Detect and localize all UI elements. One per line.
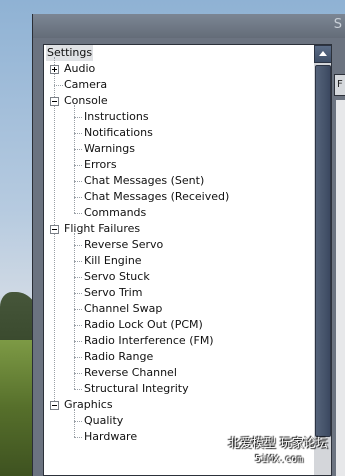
tree-item-structural-integrity[interactable]: Structural Integrity — [44, 381, 312, 397]
tree-item-kill-engine[interactable]: Kill Engine — [44, 253, 312, 269]
tree-item-quality[interactable]: Quality — [44, 413, 312, 429]
tree-connector-line — [74, 325, 82, 326]
tree-item-reverse-channel[interactable]: Reverse Channel — [44, 365, 312, 381]
tree-item-label: Instructions — [84, 110, 149, 123]
tree-item-label: Radio Lock Out (PCM) — [84, 318, 203, 331]
tree-item-radio-range[interactable]: Radio Range — [44, 349, 312, 365]
tree-connector-line — [74, 409, 75, 437]
tree-item-radio-interference-fm[interactable]: Radio Interference (FM) — [44, 333, 312, 349]
tree-connector-line — [74, 181, 82, 182]
tree-connector-line — [74, 373, 82, 374]
tree-connector-line — [74, 117, 82, 118]
minus-box-icon[interactable] — [50, 401, 59, 410]
tree-scrollbar[interactable] — [314, 45, 331, 475]
tree-item-label: Chat Messages (Sent) — [84, 174, 205, 187]
tree-item-chat-messages-received[interactable]: Chat Messages (Received) — [44, 189, 312, 205]
tree-connector-line — [74, 197, 82, 198]
tree-connector-line — [74, 245, 82, 246]
tree-item-label: Graphics — [64, 398, 113, 411]
tree-item-errors[interactable]: Errors — [44, 157, 312, 173]
tree-item-label: Chat Messages (Received) — [84, 190, 230, 203]
right-panel-tab-label: F — [337, 79, 343, 90]
tree-item-label: Audio — [64, 62, 96, 75]
watermark-line2: 5iMX.com — [255, 454, 304, 465]
tree-connector-line — [54, 85, 63, 86]
tree-item-label: Channel Swap — [84, 302, 163, 315]
tree-connector-line — [74, 105, 75, 213]
minus-box-icon[interactable] — [50, 97, 59, 106]
tree-item-chat-messages-sent[interactable]: Chat Messages (Sent) — [44, 173, 312, 189]
chevron-up-icon — [319, 51, 327, 56]
tree-connector-line — [74, 437, 82, 438]
tree-item-console[interactable]: Console — [44, 93, 312, 109]
tree-item-label: Servo Trim — [84, 286, 143, 299]
tree-item-notifications[interactable]: Notifications — [44, 125, 312, 141]
tree-item-label: Errors — [84, 158, 117, 171]
tree-item-label: Commands — [84, 206, 147, 219]
tree-connector-line — [74, 133, 82, 134]
tree-connector-line — [74, 309, 82, 310]
tree-item-graphics[interactable]: Graphics — [44, 397, 312, 413]
right-panel-edge — [336, 100, 345, 476]
tree-item-audio[interactable]: Audio — [44, 61, 312, 77]
scroll-up-button[interactable] — [314, 45, 331, 63]
tree-connector-line — [74, 165, 82, 166]
tree-connector-line — [74, 341, 82, 342]
tree-item-commands[interactable]: Commands — [44, 205, 312, 221]
tree-item-label: Camera — [64, 78, 108, 91]
settings-tree-panel: Settings Audio Camera Console Instructions N… — [43, 44, 332, 476]
tree-connector-line — [74, 421, 82, 422]
tree-item-label: Console — [64, 94, 108, 107]
tree-item-label: Radio Range — [84, 350, 154, 363]
tree-item-flight-failures[interactable]: Flight Failures — [44, 221, 312, 237]
tree-connector-line — [74, 389, 82, 390]
tree-item-channel-swap[interactable]: Channel Swap — [44, 301, 312, 317]
tree-item-label: Reverse Channel — [84, 366, 177, 379]
tree-connector-line — [74, 293, 82, 294]
tree-item-label: Notifications — [84, 126, 153, 139]
tree-item-servo-stuck[interactable]: Servo Stuck — [44, 269, 312, 285]
tree-item-label: Reverse Servo — [84, 238, 164, 251]
tree-item-label: Kill Engine — [84, 254, 142, 267]
tree-item-label: Flight Failures — [64, 222, 141, 235]
right-panel-tab[interactable]: F — [334, 74, 345, 96]
tree-item-warnings[interactable]: Warnings — [44, 141, 312, 157]
tree-connector-line — [74, 357, 82, 358]
tree-connector-line — [74, 277, 82, 278]
tree-connector-line — [74, 261, 82, 262]
tree-item-label: Radio Interference (FM) — [84, 334, 214, 347]
minus-box-icon[interactable] — [50, 225, 59, 234]
scroll-thumb[interactable] — [315, 65, 331, 437]
tree-connector-line — [74, 233, 75, 389]
tree-connector-line — [74, 149, 82, 150]
settings-window: S Settings Audio Camera Console Instruction… — [32, 14, 345, 476]
tree-item-label: Structural Integrity — [84, 382, 189, 395]
tree-item-reverse-servo[interactable]: Reverse Servo — [44, 237, 312, 253]
tree-connector-line — [74, 213, 82, 214]
tree-item-servo-trim[interactable]: Servo Trim — [44, 285, 312, 301]
tree-item-label: Quality — [84, 414, 124, 427]
tree-item-camera[interactable]: Camera — [44, 77, 312, 93]
tree-item-label: Hardware — [84, 430, 138, 443]
window-titlebar[interactable]: S — [33, 14, 345, 38]
watermark: 北爱模型 玩家论坛 5iMX.com — [225, 434, 345, 476]
tree-item-label: Warnings — [84, 142, 135, 155]
watermark-line1: 北爱模型 玩家论坛 — [228, 436, 328, 450]
tree-item-label: Servo Stuck — [84, 270, 150, 283]
plus-box-icon[interactable] — [50, 65, 59, 74]
tree-item-radio-lock-out-pcm[interactable]: Radio Lock Out (PCM) — [44, 317, 312, 333]
window-title: S — [333, 17, 342, 32]
tree-item-instructions[interactable]: Instructions — [44, 109, 312, 125]
